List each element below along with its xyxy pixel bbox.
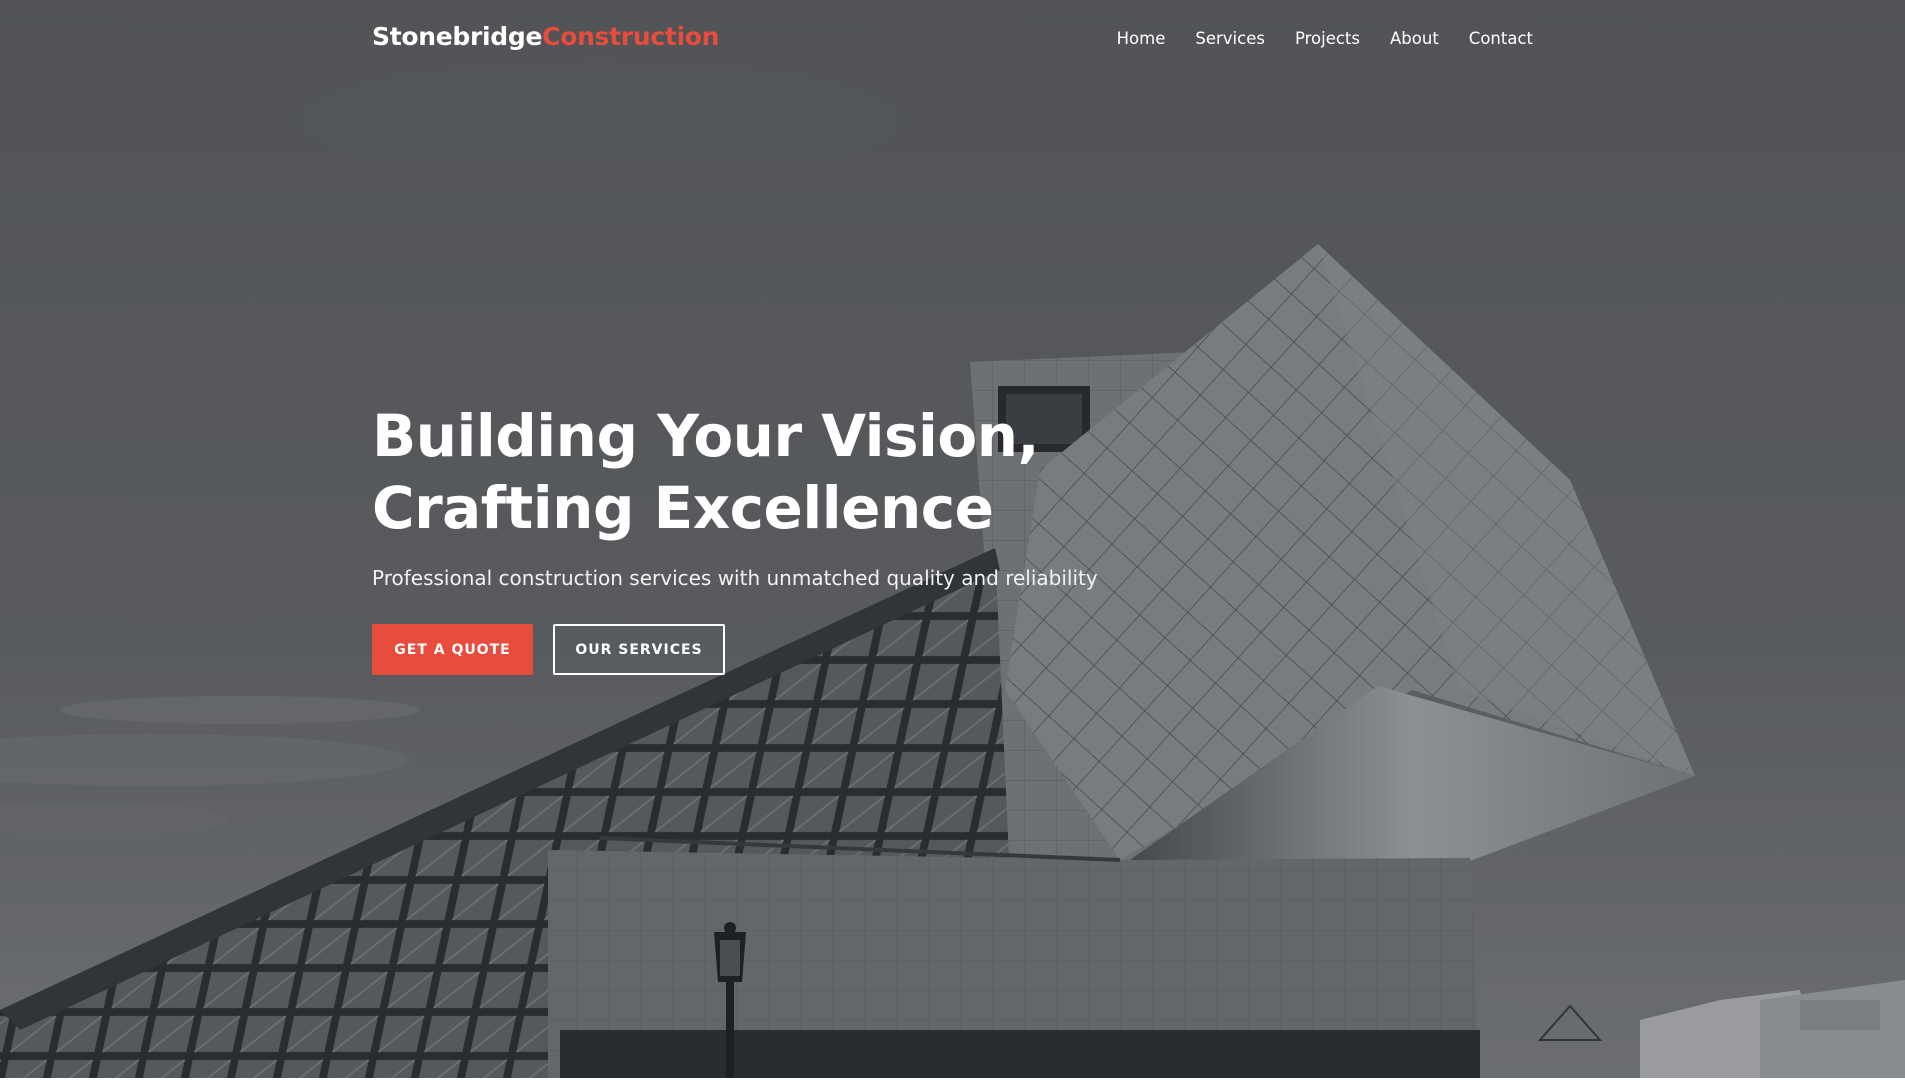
site-logo[interactable]: StonebridgeConstruction <box>372 22 719 56</box>
hero-subtitle: Professional construction services with … <box>372 566 1098 590</box>
hero-title: Building Your Vision, Crafting Excellenc… <box>372 400 1372 544</box>
hero-content: Building Your Vision, Crafting Excellenc… <box>372 400 1372 675</box>
logo-text-stonebridge: Stonebridge <box>372 22 543 51</box>
get-a-quote-button[interactable]: GET A QUOTE <box>372 624 533 675</box>
hero-cta-group: GET A QUOTE OUR SERVICES <box>372 624 1372 675</box>
nav-link-about[interactable]: About <box>1390 29 1439 48</box>
logo-text-construction: Construction <box>542 22 720 51</box>
nav-link-home[interactable]: Home <box>1117 29 1166 48</box>
hero-title-line2: Crafting Excellence <box>372 474 994 542</box>
nav-links: Home Services Projects About Contact <box>1117 26 1533 50</box>
nav-link-contact[interactable]: Contact <box>1469 29 1533 48</box>
nav-link-projects[interactable]: Projects <box>1295 29 1360 48</box>
nav-link-services[interactable]: Services <box>1195 29 1265 48</box>
hero-title-line1: Building Your Vision, <box>372 402 1040 470</box>
main-navbar: StonebridgeConstruction Home Services Pr… <box>0 0 1905 78</box>
our-services-button[interactable]: OUR SERVICES <box>553 624 725 675</box>
